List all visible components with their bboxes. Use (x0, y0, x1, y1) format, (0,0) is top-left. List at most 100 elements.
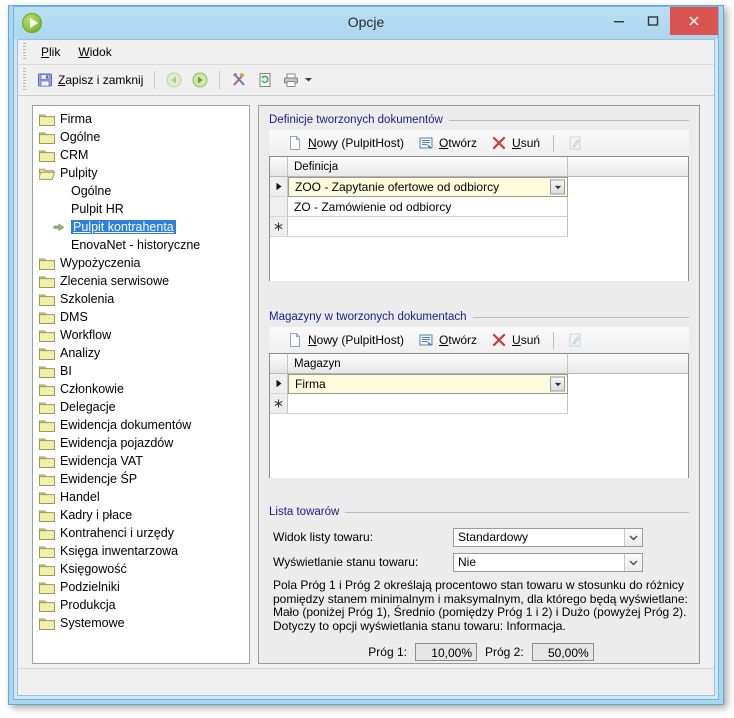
grid-empty-area (270, 414, 688, 478)
folder-icon (39, 437, 55, 450)
tree-item-ewidencja-dokument-w[interactable]: Ewidencja dokumentów (39, 416, 249, 434)
folder-icon (39, 581, 55, 594)
goods-view-select[interactable]: Standardowy (453, 527, 643, 547)
grid-cell[interactable]: Firma (288, 374, 568, 394)
tree-item-ewidencja-vat[interactable]: Ewidencja VAT (39, 452, 249, 470)
chevron-down-icon[interactable] (624, 553, 642, 571)
refresh-document-button[interactable] (252, 70, 278, 90)
tree-item-og-lne[interactable]: Ogólne (39, 182, 249, 200)
goods-stock-select[interactable]: Nie (453, 552, 643, 572)
close-button[interactable] (670, 7, 718, 35)
menu-item-plik[interactable]: Plik (32, 43, 69, 61)
grid-cell-value: ZO - Zamówienie od odbiorcy (294, 199, 452, 214)
tree-item-pulpit-kontrahenta[interactable]: Pulpit kontrahenta (39, 218, 249, 236)
tree-item-handel[interactable]: Handel (39, 488, 249, 506)
toolbar-separator-1 (154, 71, 156, 89)
tree-item-label: BI (60, 364, 72, 378)
grid-cell[interactable] (288, 217, 568, 237)
folder-icon (39, 617, 55, 630)
tree-item-cz-onkowie[interactable]: Członkowie (39, 380, 249, 398)
definitions-delete-button[interactable]: Usuń (485, 133, 546, 153)
cell-dropdown-icon[interactable] (550, 179, 565, 195)
open-document-icon (418, 135, 434, 151)
menu-item-widok[interactable]: Widok (69, 43, 120, 61)
tree-item-workflow[interactable]: Workflow (39, 326, 249, 344)
grid-cell[interactable] (288, 394, 568, 414)
tree-item-szkolenia[interactable]: Szkolenia (39, 290, 249, 308)
tree-item-ksi-gowo[interactable]: Księgowość (39, 560, 249, 578)
warehouses-edit-button[interactable] (561, 330, 589, 350)
chevron-down-icon[interactable] (624, 528, 642, 546)
warehouses-open-label: Otwórz (439, 333, 478, 347)
tree-item-systemowe[interactable]: Systemowe (39, 614, 249, 632)
tree-item-delegacje[interactable]: Delegacje (39, 398, 249, 416)
folder-icon (39, 329, 55, 342)
minimize-button[interactable] (602, 7, 636, 35)
goods-fields: Widok listy towaru: Standardowy Wyświetl… (269, 522, 689, 661)
warehouses-open-button[interactable]: Otwórz (412, 330, 483, 350)
warehouses-column-header[interactable]: Magazyn (288, 354, 568, 373)
warehouses-grid[interactable]: Magazyn Firma (269, 353, 689, 478)
edit-pencil-icon (567, 332, 583, 348)
maximize-button[interactable] (636, 7, 670, 35)
definitions-open-button[interactable]: Otwórz (412, 133, 483, 153)
folder-icon (39, 527, 55, 540)
new-page-icon (287, 332, 303, 348)
tree-item-ewidencje-p[interactable]: Ewidencje ŚP (39, 470, 249, 488)
cell-dropdown-icon[interactable] (550, 376, 565, 392)
folder-icon (39, 473, 55, 486)
tree-item-kadry-i-p-ace[interactable]: Kadry i płace (39, 506, 249, 524)
goods-list-group-title: Lista towarów (269, 506, 689, 518)
tree-item-dms[interactable]: DMS (39, 308, 249, 326)
table-row[interactable]: ZOO - Zapytanie ofertowe od odbiorcy (270, 177, 688, 197)
tree-item-podzielniki[interactable]: Podzielniki (39, 578, 249, 596)
grid-cell[interactable]: ZO - Zamówienie od odbiorcy (288, 197, 568, 217)
tree-item-enovanet-historyczne[interactable]: EnovaNet - historyczne (39, 236, 249, 254)
tools-button[interactable] (226, 70, 252, 90)
definitions-edit-button[interactable] (561, 133, 589, 153)
tree-item-pulpity[interactable]: Pulpity (39, 164, 249, 182)
tree-item-zlecenia-serwisowe[interactable]: Zlecenia serwisowe (39, 272, 249, 290)
tree-item-og-lne[interactable]: Ogólne (39, 128, 249, 146)
table-row[interactable]: Firma (270, 374, 688, 394)
definitions-new-button[interactable]: Nowy (PulpitHost) (281, 133, 410, 153)
tree-item-pulpit-hr[interactable]: Pulpit HR (39, 200, 249, 218)
options-tree-panel[interactable]: Firma Ogólne CRM Pulpity Ogólne Pulpit HR Pulp… (32, 105, 250, 664)
tree-item-crm[interactable]: CRM (39, 146, 249, 164)
prog1-input[interactable]: 10,00% (415, 643, 477, 661)
folder-icon (39, 401, 55, 414)
definitions-column-header-filler (568, 157, 688, 176)
folder-icon (39, 563, 55, 576)
tree-item-analizy[interactable]: Analizy (39, 344, 249, 362)
tree-item-ksi-ga-inwentarzowa[interactable]: Księga inwentarzowa (39, 542, 249, 560)
tree-item-kontrahenci-i-urz-dy[interactable]: Kontrahenci i urzędy (39, 524, 249, 542)
tree-item-firma[interactable]: Firma (39, 110, 249, 128)
pane-splitter[interactable] (250, 95, 258, 669)
tree-item-bi[interactable]: BI (39, 362, 249, 380)
definitions-column-header[interactable]: Definicja (288, 157, 568, 176)
toolbar-grip-handle[interactable] (23, 68, 26, 92)
goods-description: Pola Próg 1 i Próg 2 określają procentow… (273, 578, 688, 633)
tree-item-label: Członkowie (60, 382, 124, 396)
grid-new-row[interactable] (270, 394, 688, 414)
grid-cell[interactable]: ZOO - Zapytanie ofertowe od odbiorcy (288, 177, 568, 197)
print-button[interactable] (278, 70, 318, 90)
grid-new-row[interactable] (270, 217, 688, 237)
back-button[interactable] (161, 70, 187, 90)
definitions-grid[interactable]: Definicja ZOO - Zapytanie ofertowe od od… (269, 156, 689, 281)
tree-item-wypo-yczenia[interactable]: Wypożyczenia (39, 254, 249, 272)
menu-grip-handle[interactable] (23, 43, 26, 61)
save-and-close-button[interactable]: Zapisz i zamknij (32, 70, 148, 90)
tree-item-produkcja[interactable]: Produkcja (39, 596, 249, 614)
prog2-label: Próg 2: (485, 645, 524, 659)
tree-item-ewidencja-pojazd-w[interactable]: Ewidencja pojazdów (39, 434, 249, 452)
prog2-input[interactable]: 50,00% (531, 643, 594, 661)
chevron-down-icon[interactable] (304, 73, 313, 87)
warehouses-new-button[interactable]: Nowy (PulpitHost) (281, 330, 410, 350)
forward-button[interactable] (187, 70, 213, 90)
warehouses-delete-button[interactable]: Usuń (485, 330, 546, 350)
tree-item-label: Produkcja (60, 598, 116, 612)
grid-empty-area (270, 237, 688, 281)
threshold-row: Próg 1: 10,00% Próg 2: 50,00% (273, 643, 689, 661)
table-row[interactable]: ZO - Zamówienie od odbiorcy (270, 197, 688, 217)
